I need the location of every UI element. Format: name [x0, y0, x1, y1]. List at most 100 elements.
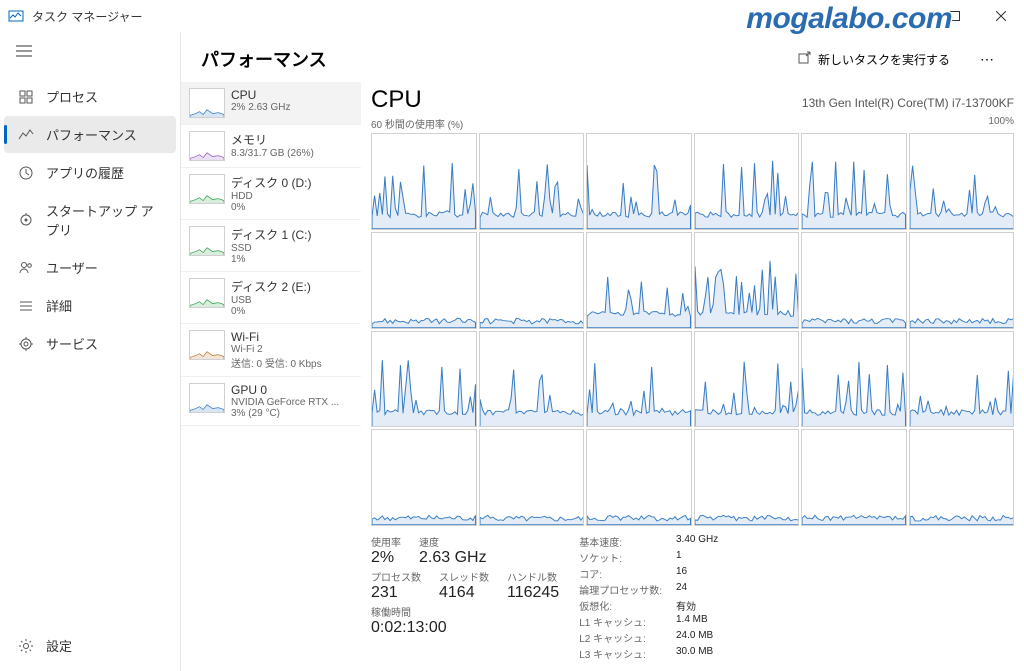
sidebar-item-details[interactable]: 詳細: [4, 287, 176, 324]
perf-sub2: 0%: [231, 202, 353, 213]
usage-label: 使用率: [371, 534, 401, 549]
window-controls: [886, 0, 1024, 32]
titlebar: タスク マネージャー: [0, 0, 1024, 32]
perf-name: ディスク 0 (D:): [231, 174, 353, 191]
nav-label: アプリの履歴: [46, 163, 124, 182]
core-chart: [694, 232, 800, 329]
close-button[interactable]: [978, 0, 1024, 32]
nav-label: パフォーマンス: [46, 125, 137, 144]
perf-item[interactable]: CPU2% 2.63 GHz: [181, 82, 361, 125]
perf-item[interactable]: ディスク 1 (C:)SSD1%: [181, 220, 361, 272]
run-task-icon: [798, 51, 812, 68]
run-task-button[interactable]: 新しいタスクを実行する: [790, 47, 958, 72]
perf-sub: SSD: [231, 243, 353, 254]
history-icon: [18, 165, 34, 181]
content: パフォーマンス 新しいタスクを実行する ⋯ CPU2% 2.63 GHzメモリ8…: [180, 32, 1024, 671]
speed-value: 2.63 GHz: [419, 549, 487, 567]
details-icon: [18, 298, 34, 314]
core-chart: [801, 331, 907, 428]
nav-label: ユーザー: [46, 258, 98, 277]
core-chart: [909, 232, 1015, 329]
usage-value: 2%: [371, 549, 401, 567]
sidebar-item-startup[interactable]: スタートアップ アプリ: [4, 192, 176, 248]
page-title: パフォーマンス: [201, 46, 778, 72]
stat-key: L2 キャッシュ:: [579, 630, 662, 645]
core-chart: [371, 331, 477, 428]
nav-label: 詳細: [46, 296, 72, 315]
perf-item[interactable]: GPU 0NVIDIA GeForce RTX ...3% (29 °C): [181, 377, 361, 426]
perf-item[interactable]: ディスク 2 (E:)USB0%: [181, 272, 361, 324]
core-chart: [801, 232, 907, 329]
uptime-value: 0:02:13:00: [371, 619, 447, 637]
core-chart: [371, 232, 477, 329]
core-chart: [801, 429, 907, 526]
stat-value: 1.4 MB: [676, 614, 718, 629]
perf-sub: 8.3/31.7 GB (26%): [231, 148, 353, 159]
perf-item[interactable]: メモリ8.3/31.7 GB (26%): [181, 125, 361, 168]
sidebar-item-performance[interactable]: パフォーマンス: [4, 116, 176, 153]
stat-value: 24: [676, 582, 718, 597]
core-chart: [479, 232, 585, 329]
nav-label: プロセス: [46, 87, 98, 106]
perf-name: ディスク 2 (E:): [231, 278, 353, 295]
stat-value: 30.0 MB: [676, 646, 718, 661]
perf-thumb: [189, 383, 225, 413]
perf-sub2: 0%: [231, 306, 353, 317]
perf-sub: HDD: [231, 191, 353, 202]
more-button[interactable]: ⋯: [970, 47, 1004, 72]
proc-value: 231: [371, 584, 421, 602]
perf-name: Wi-Fi: [231, 330, 353, 344]
perf-name: メモリ: [231, 131, 353, 148]
sidebar-item-processes[interactable]: プロセス: [4, 78, 176, 115]
perf-thumb: [189, 174, 225, 204]
perf-sub: Wi-Fi 2: [231, 344, 353, 355]
sidebar-item-services[interactable]: サービス: [4, 325, 176, 362]
hamburger-button[interactable]: [0, 36, 180, 70]
core-chart: [479, 331, 585, 428]
stat-value: 24.0 MB: [676, 630, 718, 645]
sidebar-item-users[interactable]: ユーザー: [4, 249, 176, 286]
sidebar: プロセスパフォーマンスアプリの履歴スタートアップ アプリユーザー詳細サービス 設…: [0, 32, 180, 671]
settings-label: 設定: [46, 636, 72, 655]
stat-key: 論理プロセッサ数:: [579, 582, 662, 597]
uptime-label: 稼働時間: [371, 604, 447, 619]
services-icon: [18, 336, 34, 352]
chart-max-label: 100%: [988, 116, 1014, 131]
app-icon: [8, 8, 24, 24]
stat-key: コア:: [579, 566, 662, 581]
core-chart: [586, 232, 692, 329]
core-chart: [694, 429, 800, 526]
stat-value: 3.40 GHz: [676, 534, 718, 549]
core-chart: [371, 133, 477, 230]
stat-value: 有効: [676, 598, 718, 613]
minimize-button[interactable]: [886, 0, 932, 32]
nav-label: スタートアップ アプリ: [46, 201, 162, 239]
stat-key: 基本速度:: [579, 534, 662, 549]
core-chart: [694, 133, 800, 230]
perf-thumb: [189, 330, 225, 360]
gear-icon: [18, 638, 34, 654]
core-chart: [909, 331, 1015, 428]
detail-title: CPU: [371, 86, 422, 114]
core-chart: [586, 429, 692, 526]
sidebar-item-settings[interactable]: 設定: [4, 627, 176, 664]
core-chart: [586, 133, 692, 230]
perf-thumb: [189, 226, 225, 256]
sidebar-item-history[interactable]: アプリの履歴: [4, 154, 176, 191]
stat-key: ソケット:: [579, 550, 662, 565]
perf-item[interactable]: Wi-FiWi-Fi 2送信: 0 受信: 0 Kbps: [181, 324, 361, 377]
proc-label: プロセス数: [371, 569, 421, 584]
core-chart: [694, 331, 800, 428]
core-chart: [909, 133, 1015, 230]
speed-label: 速度: [419, 534, 487, 549]
maximize-button[interactable]: [932, 0, 978, 32]
perf-thumb: [189, 88, 225, 118]
handle-value: 116245: [507, 584, 559, 602]
stat-value: 1: [676, 550, 718, 565]
users-icon: [18, 260, 34, 276]
stat-key: L1 キャッシュ:: [579, 614, 662, 629]
perf-item[interactable]: ディスク 0 (D:)HDD0%: [181, 168, 361, 220]
stat-key: L3 キャッシュ:: [579, 646, 662, 661]
app-title: タスク マネージャー: [32, 8, 143, 25]
perf-name: CPU: [231, 88, 353, 102]
